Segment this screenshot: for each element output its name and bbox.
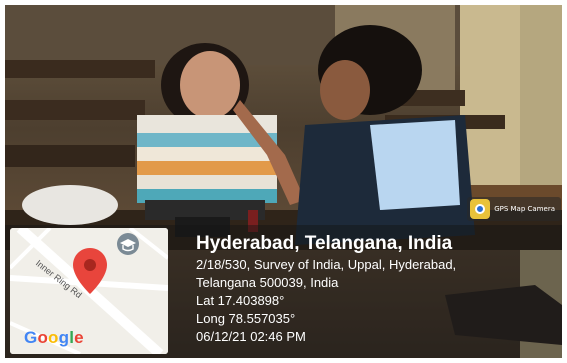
google-logo: Google: [24, 328, 84, 348]
photo-frame: GPS Map Camera Inner Ring Rd Google Hyde…: [0, 0, 567, 363]
google-logo-letter: o: [37, 328, 49, 347]
longitude: Long 78.557035°: [196, 311, 296, 326]
google-logo-letter: g: [58, 328, 70, 347]
address-line-1: 2/18/530, Survey of India, Uppal, Hydera…: [196, 257, 457, 272]
latitude: Lat 17.403898°: [196, 293, 285, 308]
location-title: Hyderabad, Telangana, India: [196, 233, 453, 254]
graduation-cap-icon: [117, 233, 139, 255]
date-time: 06/12/21 02:46 PM: [196, 329, 306, 344]
gps-camera-badge: GPS Map Camera: [467, 197, 561, 221]
address-line-2: Telangana 500039, India: [196, 275, 339, 290]
badge-label: GPS Map Camera: [494, 205, 555, 213]
location-info: Hyderabad, Telangana, India 2/18/530, Su…: [196, 232, 456, 346]
gps-map-camera-icon: [470, 199, 491, 219]
google-logo-letter: e: [74, 328, 84, 347]
google-logo-letter: o: [48, 328, 59, 347]
map-thumbnail[interactable]: Inner Ring Rd Google: [10, 228, 168, 354]
google-logo-letter: G: [24, 328, 38, 347]
